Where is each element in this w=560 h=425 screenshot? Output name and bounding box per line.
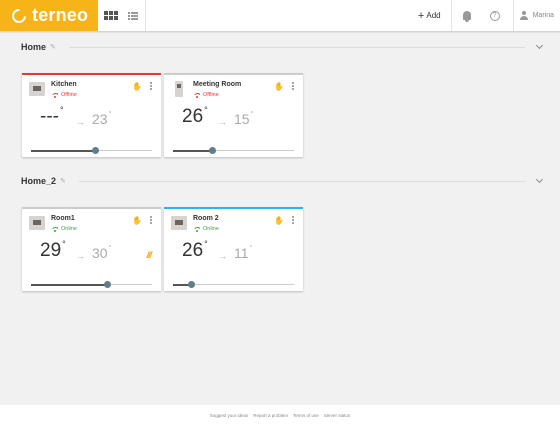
hand-icon[interactable]: ✋ [132,82,142,91]
device-status: Online [51,226,77,232]
heating-icon: /// [146,250,151,260]
wifi-icon [193,92,200,98]
arrow-right-icon: → [76,117,85,127]
target-temperature: 23° [92,111,112,127]
footer: Suggest your ideas Report a problem Term… [0,405,560,425]
footer-link-suggest[interactable]: Suggest your ideas [210,413,249,418]
device-card[interactable]: Room 2 Online ✋ 26° → 11° [164,207,303,291]
bell-icon [462,11,471,22]
list-icon [128,11,138,20]
group-header-home: Home ✎ [21,40,545,54]
help-button[interactable]: ? [483,0,507,31]
current-temperature: 26° [182,239,208,261]
status-label: Offline [61,92,77,98]
temperature-slider[interactable] [173,281,294,288]
status-label: Online [61,226,77,232]
status-label: Offline [203,92,219,98]
more-options-icon[interactable] [292,82,294,90]
slider-thumb[interactable] [103,281,111,288]
wifi-icon [51,226,58,232]
toolbar-divider [145,0,146,31]
current-temperature: ---° [40,105,64,127]
thermostat-tall-icon [175,81,183,97]
pencil-icon[interactable]: ✎ [60,178,67,185]
device-name: Room 2 [193,215,219,222]
more-options-icon[interactable] [150,82,152,90]
help-icon: ? [489,10,500,21]
target-temperature: 11° [234,245,253,261]
device-name: Meeting Room [193,81,242,88]
grid-view-button[interactable] [100,0,122,31]
group-title: Home [21,42,47,52]
group-title: Home_2 [21,176,57,186]
device-card[interactable]: Room1 Online ✋ 29° → 30° /// [22,207,161,291]
hand-icon[interactable]: ✋ [132,216,142,225]
status-label: Online [203,226,219,232]
device-status: Offline [51,92,77,98]
temperature-slider[interactable] [31,281,152,288]
slider-fill [31,149,96,152]
chevron-down-icon[interactable] [535,41,544,50]
slider-thumb[interactable] [209,147,217,154]
divider [79,180,525,182]
wifi-icon [51,92,58,98]
footer-link-status[interactable]: Server status [324,413,351,418]
arrow-right-icon: → [218,251,227,261]
logo-text: terneo [32,5,89,25]
footer-link-report[interactable]: Report a problem [253,413,288,418]
device-card[interactable]: Meeting Room Offline ✋ 26° → 15° [164,73,303,157]
user-menu[interactable]: Marina [514,11,560,20]
slider-fill [31,283,108,286]
slider-thumb[interactable] [91,147,99,154]
arrow-right-icon: → [76,251,85,261]
more-options-icon[interactable] [292,216,294,224]
arrow-right-icon: → [218,117,227,127]
target-temperature: 15° [234,111,254,127]
group-header-home-2: Home_2 ✎ [21,174,545,188]
divider [69,46,525,48]
hand-icon[interactable]: ✋ [274,82,284,91]
pencil-icon[interactable]: ✎ [50,44,57,51]
device-status: Online [193,226,219,232]
device-status: Offline [193,92,219,98]
temperature-slider[interactable] [173,147,294,154]
more-options-icon[interactable] [150,216,152,224]
thermostat-icon [171,216,187,230]
user-name: Marina [532,12,554,19]
plus-icon: + [417,9,425,22]
thermostat-icon [29,82,45,96]
current-temperature: 29° [40,239,66,261]
add-button-label: Add [426,11,441,20]
terneo-logo[interactable]: terneo [0,0,98,31]
chevron-down-icon[interactable] [535,175,544,184]
user-icon [519,11,528,20]
temperature-slider[interactable] [31,147,152,154]
current-temperature: 26° [182,105,208,127]
device-name: Room1 [51,215,75,222]
wifi-icon [193,226,200,232]
list-view-button[interactable] [122,0,144,31]
notifications-button[interactable] [455,0,479,31]
terneo-logo-icon [9,5,29,26]
footer-link-terms[interactable]: Terms of use [293,413,319,418]
device-card[interactable]: Kitchen Offline ✋ ---° → 23° [22,73,161,157]
device-name: Kitchen [51,81,77,88]
hand-icon[interactable]: ✋ [274,216,284,225]
thermostat-icon [29,216,45,230]
add-button[interactable]: + Add [408,10,451,22]
toolbar-divider [450,0,452,31]
top-bar: terneo + Add ? Marina [0,0,560,31]
target-temperature: 30° [92,245,112,261]
slider-thumb[interactable] [187,281,195,288]
grid-icon [104,11,118,20]
slider-fill [173,149,213,152]
